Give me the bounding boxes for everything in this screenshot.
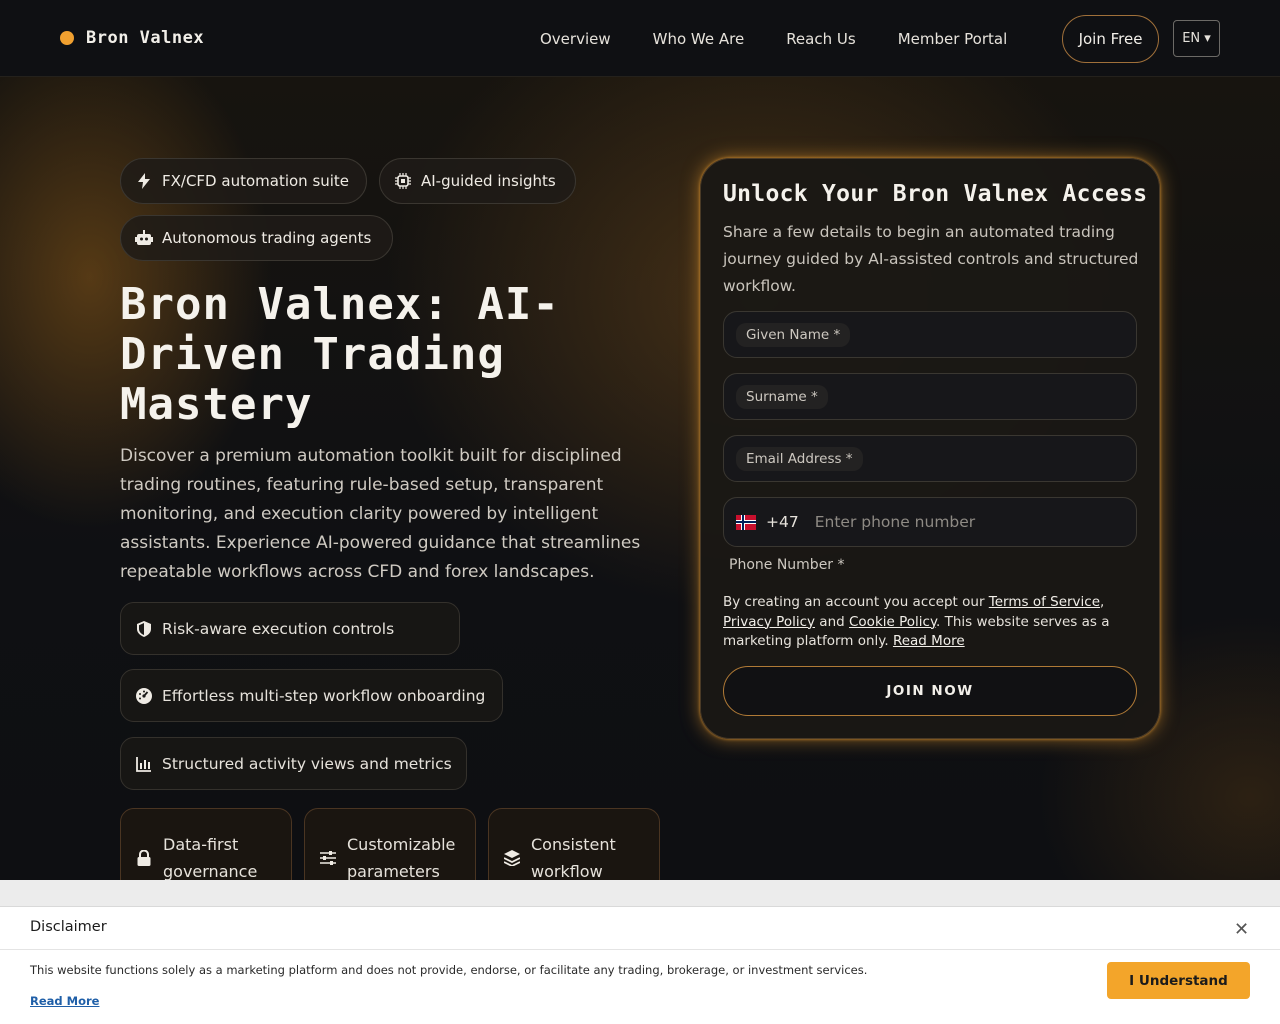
given-name-field[interactable]: Given Name * bbox=[723, 311, 1137, 358]
page-gap bbox=[0, 880, 1280, 906]
bar-chart-icon bbox=[135, 755, 153, 773]
chip-icon bbox=[394, 172, 412, 190]
lightning-icon bbox=[135, 172, 153, 190]
form-subtitle: Share a few details to begin an automate… bbox=[723, 223, 1139, 295]
given-name-label: Given Name * bbox=[736, 322, 851, 347]
feature-activity-views: Structured activity views and metrics bbox=[120, 737, 467, 790]
email-label: Email Address * bbox=[736, 446, 863, 471]
terms-of-service-link[interactable]: Terms of Service bbox=[989, 594, 1100, 610]
disclaimer-title: Disclaimer bbox=[30, 919, 107, 935]
terms-comma: , bbox=[1100, 594, 1105, 610]
lock-icon bbox=[135, 849, 153, 867]
pill-ai-insights: AI-guided insights bbox=[379, 158, 576, 204]
feature-label: Effortless multi-step workflow onboardin… bbox=[162, 686, 486, 705]
layers-icon bbox=[503, 849, 521, 867]
brand-dot-icon bbox=[60, 31, 74, 45]
brand-name: Bron Valnex bbox=[86, 28, 205, 48]
terms-and: and bbox=[815, 613, 849, 630]
disclaimer-divider bbox=[0, 949, 1280, 950]
join-now-button[interactable]: JOIN NOW bbox=[723, 666, 1137, 716]
robot-icon bbox=[135, 229, 153, 247]
surname-field[interactable]: Surname * bbox=[723, 373, 1137, 420]
disclaimer-text: This website functions solely as a marke… bbox=[30, 963, 868, 977]
i-understand-button[interactable]: I Understand bbox=[1107, 962, 1250, 999]
feature-label: Structured activity views and metrics bbox=[162, 754, 452, 773]
nav-link-who-we-are[interactable]: Who We Are bbox=[653, 30, 745, 48]
norway-flag-icon[interactable] bbox=[736, 514, 756, 530]
nav-link-member-portal[interactable]: Member Portal bbox=[898, 30, 1008, 48]
card-label: Consistent workflow bbox=[531, 835, 616, 880]
card-customizable: Customizable parameters bbox=[304, 808, 476, 880]
feature-label: Risk-aware execution controls bbox=[162, 619, 395, 638]
join-free-button[interactable]: Join Free bbox=[1062, 15, 1159, 63]
card-label: Data-first governance bbox=[163, 835, 258, 880]
pill-label: AI-guided insights bbox=[421, 172, 556, 190]
hero-description: Discover a premium automation toolkit bu… bbox=[120, 446, 641, 582]
read-more-link[interactable]: Read More bbox=[893, 633, 965, 649]
terms-text: By creating an account you accept our Te… bbox=[723, 593, 1139, 652]
close-icon[interactable]: ✕ bbox=[1234, 919, 1249, 940]
phone-label: Phone Number * bbox=[729, 557, 845, 573]
gauge-icon bbox=[135, 687, 153, 705]
email-field[interactable]: Email Address * bbox=[723, 435, 1137, 482]
sliders-icon bbox=[319, 849, 337, 867]
card-label: Customizable parameters bbox=[347, 835, 456, 880]
terms-prefix: By creating an account you accept our bbox=[723, 594, 989, 610]
pill-label: Autonomous trading agents bbox=[162, 229, 372, 247]
shield-icon bbox=[135, 620, 153, 638]
card-consistent: Consistent workflow bbox=[488, 808, 660, 880]
pill-fx-cfd: FX/CFD automation suite bbox=[120, 158, 367, 204]
top-navbar: Bron Valnex Overview Who We Are Reach Us… bbox=[0, 0, 1280, 77]
brand-logo[interactable]: Bron Valnex bbox=[60, 28, 204, 48]
language-selector[interactable]: EN ▾ bbox=[1173, 20, 1220, 57]
hero-section: FX/CFD automation suite AI-guided insigh… bbox=[0, 77, 1280, 880]
nav-links: Overview Who We Are Reach Us Member Port… bbox=[540, 0, 1049, 77]
phone-input[interactable] bbox=[814, 513, 1115, 531]
cookie-policy-link[interactable]: Cookie Policy bbox=[849, 614, 936, 630]
feature-risk-controls: Risk-aware execution controls bbox=[120, 602, 460, 655]
pill-label: FX/CFD automation suite bbox=[162, 172, 350, 190]
signup-form: Unlock Your Bron Valnex Access Share a f… bbox=[700, 158, 1160, 739]
surname-label: Surname * bbox=[736, 384, 828, 409]
disclaimer-read-more-link[interactable]: Read More bbox=[30, 994, 99, 1008]
nav-link-reach-us[interactable]: Reach Us bbox=[786, 30, 856, 48]
hero-title: Bron Valnex: AI-Driven Trading Mastery bbox=[120, 279, 560, 430]
nav-link-overview[interactable]: Overview bbox=[540, 30, 611, 48]
privacy-policy-link[interactable]: Privacy Policy bbox=[723, 614, 815, 630]
feature-onboarding: Effortless multi-step workflow onboardin… bbox=[120, 669, 503, 722]
phone-field: +47 bbox=[723, 497, 1137, 547]
pill-autonomous-agents: Autonomous trading agents bbox=[120, 215, 393, 261]
dial-code[interactable]: +47 bbox=[766, 513, 799, 531]
card-data-first: Data-first governance bbox=[120, 808, 292, 880]
form-title: Unlock Your Bron Valnex Access bbox=[723, 181, 1148, 207]
disclaimer-banner: Disclaimer ✕ This website functions sole… bbox=[0, 906, 1280, 1024]
